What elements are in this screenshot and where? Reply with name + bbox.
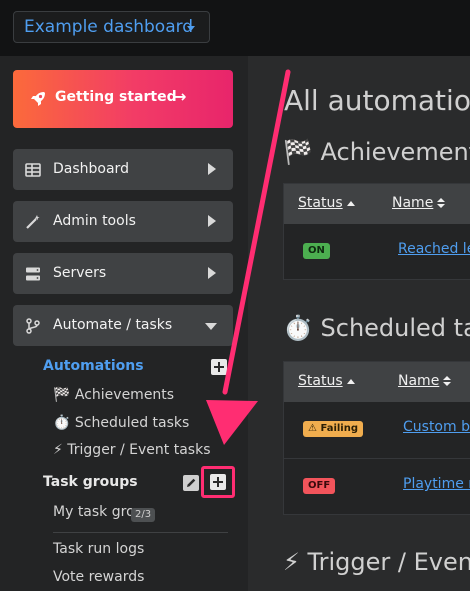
section-heading-scheduled-tasks: ⏱️ Scheduled tas <box>283 314 470 342</box>
add-automation-button[interactable] <box>211 359 227 375</box>
status-badge: ⚠ Failing <box>303 421 363 437</box>
arrow-right-icon: → <box>173 87 187 106</box>
column-header-status[interactable]: Status <box>298 195 355 211</box>
scheduled-tasks-table: Status Name ⚠ Failing Custom ba OFF Play… <box>283 361 470 515</box>
column-header-name[interactable]: Name <box>392 195 446 211</box>
table-icon <box>25 163 41 177</box>
sidebar-item-vote-rewards[interactable]: Vote rewards <box>53 569 144 585</box>
main-content: All automation 🏁 Achievements Status Nam… <box>248 56 470 591</box>
page-title: All automation <box>284 84 470 117</box>
chevron-right-icon <box>208 215 216 227</box>
automation-link[interactable]: Reached le <box>398 241 470 257</box>
nav-item-admin-tools[interactable]: Admin tools <box>13 201 233 242</box>
table-header: Status Name <box>284 184 470 224</box>
pencil-icon[interactable] <box>183 475 199 491</box>
table-header: Status Name <box>284 362 470 402</box>
highlight-box <box>201 466 235 498</box>
automation-link[interactable]: Custom ba <box>403 419 470 435</box>
sort-icon <box>437 197 446 209</box>
caret-down-icon <box>187 26 195 31</box>
branch-icon <box>26 318 40 334</box>
column-header-name[interactable]: Name <box>398 373 452 389</box>
sidebar-item-achievements[interactable]: 🏁 Achievements <box>53 387 174 403</box>
sidebar-item-trigger-event-tasks[interactable]: ⚡ Trigger / Event tasks <box>53 442 211 458</box>
section-heading-trigger-event: ⚡ Trigger / Even <box>283 548 470 576</box>
sort-up-icon <box>346 200 355 206</box>
status-badge: ON <box>303 243 330 259</box>
sidebar: Getting started → Dashboard Admin tools … <box>0 56 248 591</box>
chevron-right-icon <box>208 163 216 175</box>
nav-item-label: Dashboard <box>53 161 129 177</box>
achievements-table: Status Name ON Reached le <box>283 183 470 280</box>
nav-item-automate-tasks[interactable]: Automate / tasks <box>13 305 233 346</box>
task-groups-heading: Task groups <box>43 474 138 490</box>
top-bar: Example dashboard <box>0 0 470 56</box>
getting-started-button[interactable]: Getting started → <box>13 70 233 128</box>
row-divider <box>284 458 470 459</box>
sort-icon <box>443 375 452 387</box>
automation-link[interactable]: Playtime r <box>403 476 470 492</box>
nav-item-label: Admin tools <box>53 213 136 229</box>
status-badge: OFF <box>303 478 336 494</box>
nav-item-label: Servers <box>53 265 107 281</box>
dashboard-select-label: Example dashboard <box>24 17 194 37</box>
column-header-status[interactable]: Status <box>298 373 355 389</box>
chevron-right-icon <box>208 267 216 279</box>
nav-item-label: Automate / tasks <box>53 317 173 333</box>
magic-wand-icon <box>26 215 40 229</box>
getting-started-label: Getting started <box>55 89 177 105</box>
task-count-badge: 2/3 <box>131 508 156 522</box>
server-icon <box>26 267 40 281</box>
sidebar-divider <box>53 532 228 533</box>
chevron-down-icon <box>205 323 217 330</box>
dashboard-select[interactable]: Example dashboard <box>13 11 210 43</box>
sidebar-item-task-run-logs[interactable]: Task run logs <box>53 541 144 557</box>
nav-item-dashboard[interactable]: Dashboard <box>13 149 233 190</box>
section-heading-achievements: 🏁 Achievements <box>283 138 470 166</box>
nav-item-servers[interactable]: Servers <box>13 253 233 294</box>
rocket-icon <box>31 92 45 106</box>
automations-heading[interactable]: Automations <box>43 358 144 374</box>
sort-up-icon <box>346 378 355 384</box>
sidebar-item-scheduled-tasks[interactable]: ⏱️ Scheduled tasks <box>53 415 189 431</box>
